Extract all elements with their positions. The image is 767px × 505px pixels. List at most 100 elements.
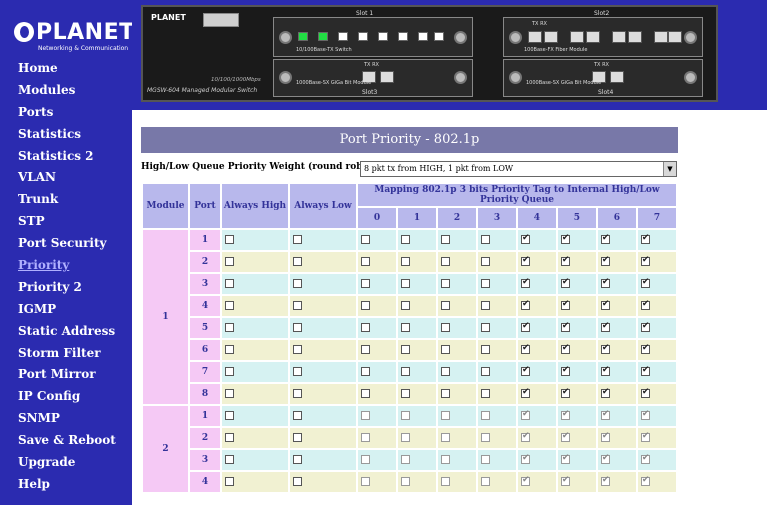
priority-5-checkbox[interactable] bbox=[560, 233, 570, 244]
priority-0-checkbox[interactable] bbox=[361, 477, 370, 486]
priority-4-checkbox[interactable] bbox=[520, 299, 530, 310]
priority-7-checkbox[interactable] bbox=[640, 453, 650, 464]
always-high-checkbox[interactable] bbox=[225, 345, 234, 354]
priority-4-checkbox[interactable] bbox=[520, 453, 530, 464]
slot-4[interactable]: TX RX 1000Base-SX GiGa Bit Module Slot4 bbox=[503, 59, 703, 97]
priority-1-checkbox[interactable] bbox=[400, 235, 410, 244]
priority-6-checkbox[interactable] bbox=[600, 475, 610, 486]
priority-2-checkbox[interactable] bbox=[440, 477, 450, 486]
always-low-checkbox[interactable] bbox=[293, 367, 302, 376]
priority-5-checkbox[interactable] bbox=[560, 387, 570, 398]
priority-7-checkbox[interactable] bbox=[640, 431, 650, 442]
slot-3[interactable]: TX RX 1000Base-SX GiGa Bit Module Slot3 bbox=[273, 59, 473, 97]
priority-6-checkbox[interactable] bbox=[600, 343, 610, 354]
priority-5-checkbox[interactable] bbox=[560, 277, 570, 288]
always-low-checkbox[interactable] bbox=[293, 389, 302, 398]
priority-0-checkbox[interactable] bbox=[361, 367, 370, 376]
priority-5-checkbox[interactable] bbox=[560, 365, 570, 376]
priority-7-checkbox[interactable] bbox=[640, 277, 650, 288]
nav-item-port-mirror[interactable]: Port Mirror bbox=[18, 364, 116, 386]
priority-0-checkbox[interactable] bbox=[361, 433, 370, 442]
priority-7-checkbox[interactable] bbox=[640, 299, 650, 310]
always-low-checkbox[interactable] bbox=[293, 411, 302, 420]
priority-4-checkbox[interactable] bbox=[520, 277, 530, 288]
priority-6-checkbox[interactable] bbox=[600, 299, 610, 310]
always-low-checkbox[interactable] bbox=[293, 257, 302, 266]
priority-3-checkbox[interactable] bbox=[480, 411, 490, 420]
priority-0-checkbox[interactable] bbox=[361, 411, 370, 420]
always-low-checkbox[interactable] bbox=[293, 477, 302, 486]
priority-2-checkbox[interactable] bbox=[440, 345, 450, 354]
priority-6-checkbox[interactable] bbox=[600, 365, 610, 376]
priority-2-checkbox[interactable] bbox=[440, 235, 450, 244]
priority-4-checkbox[interactable] bbox=[520, 255, 530, 266]
priority-4-checkbox[interactable] bbox=[520, 475, 530, 486]
nav-item-save-reboot[interactable]: Save & Reboot bbox=[18, 430, 116, 452]
queue-weight-select[interactable]: 8 pkt tx from HIGH, 1 pkt from LOW ▼ bbox=[360, 161, 677, 177]
nav-item-upgrade[interactable]: Upgrade bbox=[18, 452, 116, 474]
priority-0-checkbox[interactable] bbox=[361, 301, 370, 310]
nav-item-home[interactable]: Home bbox=[18, 58, 116, 80]
always-low-checkbox[interactable] bbox=[293, 279, 302, 288]
priority-3-checkbox[interactable] bbox=[480, 323, 490, 332]
priority-4-checkbox[interactable] bbox=[520, 365, 530, 376]
priority-2-checkbox[interactable] bbox=[440, 301, 450, 310]
nav-item-ports[interactable]: Ports bbox=[18, 102, 116, 124]
priority-2-checkbox[interactable] bbox=[440, 279, 450, 288]
always-high-checkbox[interactable] bbox=[225, 367, 234, 376]
nav-item-snmp[interactable]: SNMP bbox=[18, 408, 116, 430]
priority-5-checkbox[interactable] bbox=[560, 453, 570, 464]
priority-0-checkbox[interactable] bbox=[361, 455, 370, 464]
slot-1[interactable]: Slot 1 10/100Base-TX Switch bbox=[273, 10, 473, 57]
always-low-checkbox[interactable] bbox=[293, 323, 302, 332]
nav-item-priority[interactable]: Priority bbox=[18, 255, 116, 277]
priority-4-checkbox[interactable] bbox=[520, 233, 530, 244]
priority-5-checkbox[interactable] bbox=[560, 299, 570, 310]
priority-5-checkbox[interactable] bbox=[560, 255, 570, 266]
priority-3-checkbox[interactable] bbox=[480, 389, 490, 398]
priority-6-checkbox[interactable] bbox=[600, 255, 610, 266]
always-high-checkbox[interactable] bbox=[225, 433, 234, 442]
nav-item-ip-config[interactable]: IP Config bbox=[18, 386, 116, 408]
priority-3-checkbox[interactable] bbox=[480, 301, 490, 310]
priority-2-checkbox[interactable] bbox=[440, 257, 450, 266]
nav-item-igmp[interactable]: IGMP bbox=[18, 299, 116, 321]
priority-3-checkbox[interactable] bbox=[480, 345, 490, 354]
priority-1-checkbox[interactable] bbox=[400, 257, 410, 266]
priority-7-checkbox[interactable] bbox=[640, 387, 650, 398]
priority-1-checkbox[interactable] bbox=[400, 411, 410, 420]
priority-2-checkbox[interactable] bbox=[440, 367, 450, 376]
priority-5-checkbox[interactable] bbox=[560, 409, 570, 420]
priority-7-checkbox[interactable] bbox=[640, 321, 650, 332]
slot-2[interactable]: Slot2 TX RX 100Base-FX Fiber Module bbox=[503, 10, 703, 57]
priority-3-checkbox[interactable] bbox=[480, 235, 490, 244]
nav-item-help[interactable]: Help bbox=[18, 474, 116, 496]
priority-0-checkbox[interactable] bbox=[361, 323, 370, 332]
priority-6-checkbox[interactable] bbox=[600, 431, 610, 442]
always-high-checkbox[interactable] bbox=[225, 323, 234, 332]
priority-7-checkbox[interactable] bbox=[640, 409, 650, 420]
always-low-checkbox[interactable] bbox=[293, 345, 302, 354]
priority-6-checkbox[interactable] bbox=[600, 277, 610, 288]
priority-4-checkbox[interactable] bbox=[520, 431, 530, 442]
always-high-checkbox[interactable] bbox=[225, 279, 234, 288]
priority-1-checkbox[interactable] bbox=[400, 477, 410, 486]
priority-5-checkbox[interactable] bbox=[560, 431, 570, 442]
priority-6-checkbox[interactable] bbox=[600, 387, 610, 398]
always-high-checkbox[interactable] bbox=[225, 257, 234, 266]
priority-3-checkbox[interactable] bbox=[480, 279, 490, 288]
priority-6-checkbox[interactable] bbox=[600, 321, 610, 332]
nav-item-statistics[interactable]: Statistics bbox=[18, 124, 116, 146]
chevron-down-icon[interactable]: ▼ bbox=[663, 162, 676, 176]
priority-1-checkbox[interactable] bbox=[400, 301, 410, 310]
priority-2-checkbox[interactable] bbox=[440, 411, 450, 420]
priority-1-checkbox[interactable] bbox=[400, 367, 410, 376]
priority-4-checkbox[interactable] bbox=[520, 387, 530, 398]
priority-3-checkbox[interactable] bbox=[480, 367, 490, 376]
priority-2-checkbox[interactable] bbox=[440, 455, 450, 464]
priority-7-checkbox[interactable] bbox=[640, 343, 650, 354]
priority-4-checkbox[interactable] bbox=[520, 343, 530, 354]
priority-1-checkbox[interactable] bbox=[400, 433, 410, 442]
always-low-checkbox[interactable] bbox=[293, 235, 302, 244]
priority-6-checkbox[interactable] bbox=[600, 409, 610, 420]
